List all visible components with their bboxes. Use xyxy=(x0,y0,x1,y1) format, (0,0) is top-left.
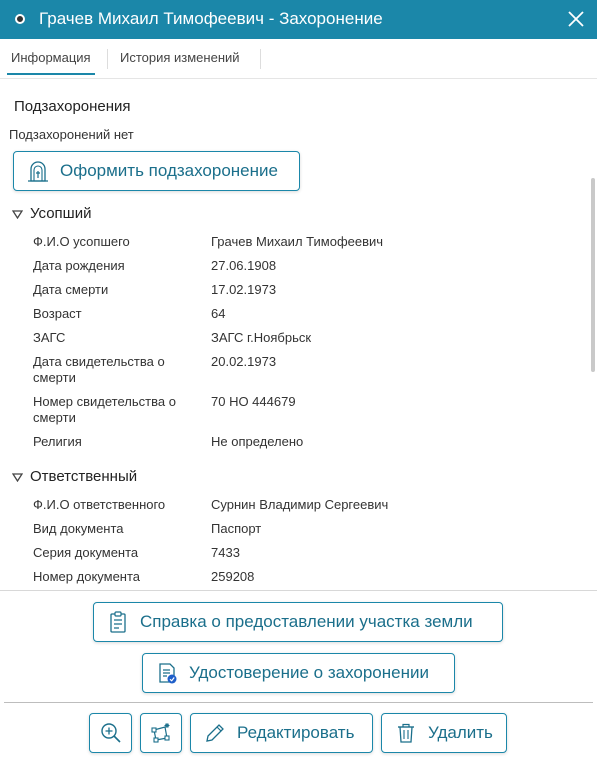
field-label: ЗАГС xyxy=(33,330,66,345)
trash-icon xyxy=(398,723,414,743)
field-label: Ф.И.О усопшего xyxy=(33,234,130,249)
field-label: Дата свидетельства о смерти xyxy=(33,354,165,385)
tab-divider xyxy=(260,49,261,69)
details-panel[interactable]: Подзахоронения Подзахоронений нет Оформи… xyxy=(0,80,597,588)
field-value: Грачев Михаил Тимофеевич xyxy=(211,234,384,249)
field-value: 20.02.1973 xyxy=(211,354,277,369)
register-subburial-label: Оформить подзахоронение xyxy=(60,161,278,180)
divider xyxy=(4,702,593,703)
field-value: 64 xyxy=(211,306,226,321)
field-value: 27.06.1908 xyxy=(211,258,277,273)
edit-label: Редактировать xyxy=(237,723,355,742)
field-value: Не определено xyxy=(211,434,304,449)
burial-certificate-button[interactable]: Удостоверение о захоронении xyxy=(142,653,455,693)
locate-shape-icon xyxy=(151,723,170,743)
field-label: Серия документа xyxy=(33,545,139,560)
delete-label: Удалить xyxy=(428,723,493,742)
edit-button[interactable]: Редактировать xyxy=(190,713,373,753)
field-value: 259208 xyxy=(211,569,255,584)
burial-certificate-label: Удостоверение о захоронении xyxy=(189,663,429,682)
tab-change-history[interactable]: История изменений xyxy=(120,50,240,65)
status-dot-icon xyxy=(15,14,25,24)
field-value: 7433 xyxy=(211,545,240,560)
field-value: 70 НО 444679 xyxy=(211,394,296,409)
section-deceased-heading: Усопший xyxy=(30,205,92,222)
register-subburial-button[interactable]: Оформить подзахоронение xyxy=(13,151,300,191)
section-responsible-heading: Ответственный xyxy=(30,468,138,485)
locate-on-map-button[interactable] xyxy=(140,713,182,753)
triangle-down-icon xyxy=(12,473,23,482)
subburials-heading: Подзахоронения xyxy=(14,98,131,115)
triangle-down-icon xyxy=(12,210,23,219)
field-label: Вид документа xyxy=(33,521,124,536)
field-value: ЗАГС г.Ноябрьск xyxy=(211,330,312,345)
tab-divider xyxy=(107,49,108,69)
field-value: Сурнин Владимир Сергеевич xyxy=(211,497,389,512)
window-title: Грачев Михаил Тимофеевич - Захоронение xyxy=(39,9,383,28)
subburials-empty-text: Подзахоронений нет xyxy=(9,127,134,142)
land-certificate-label: Справка о предоставлении участка земли xyxy=(140,612,473,631)
document-badge-icon xyxy=(159,663,177,684)
tombstone-icon xyxy=(28,161,48,182)
field-label: Возраст xyxy=(33,306,82,321)
field-label: Религия xyxy=(33,434,82,449)
zoom-in-icon xyxy=(100,723,121,743)
field-label: Дата смерти xyxy=(33,282,109,297)
divider xyxy=(0,590,597,591)
document-list-icon xyxy=(110,611,126,633)
close-icon[interactable] xyxy=(565,8,587,30)
delete-button[interactable]: Удалить xyxy=(381,713,507,753)
field-label: Номер свидетельства о смерти xyxy=(33,394,176,425)
field-label: Номер документа xyxy=(33,569,141,584)
land-certificate-button[interactable]: Справка о предоставлении участка земли xyxy=(93,602,503,642)
tab-bar: Информация История изменений xyxy=(0,39,597,79)
field-label: Дата рождения xyxy=(33,258,125,273)
zoom-button[interactable] xyxy=(89,713,132,753)
scrollbar-thumb[interactable] xyxy=(591,178,595,372)
field-label: Ф.И.О ответственного xyxy=(33,497,166,512)
window-title-bar: Грачев Михаил Тимофеевич - Захоронение xyxy=(0,0,597,39)
field-value: Паспорт xyxy=(211,521,262,536)
pencil-icon xyxy=(206,724,224,742)
tab-information[interactable]: Информация xyxy=(7,50,95,75)
field-value: 17.02.1973 xyxy=(211,282,277,297)
